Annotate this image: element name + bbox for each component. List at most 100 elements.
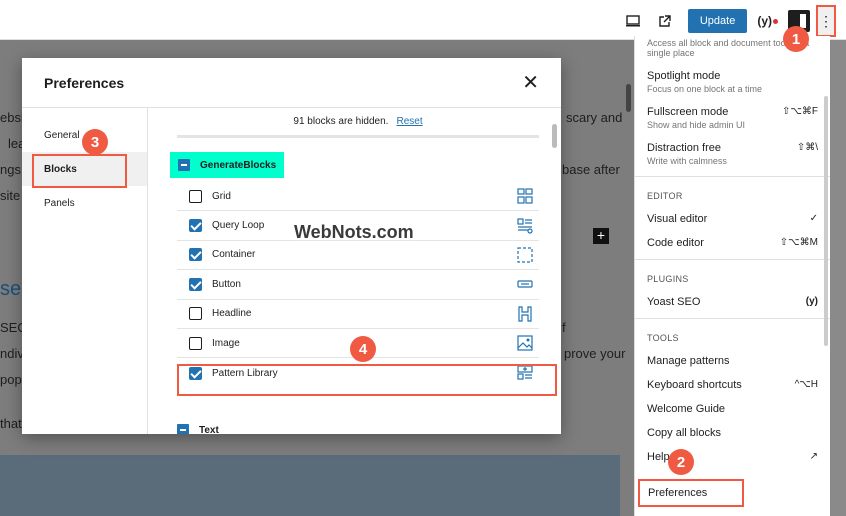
yoast-red-dot: [773, 18, 778, 24]
grid-icon: [517, 188, 533, 204]
modal-header: Preferences ✕: [22, 58, 561, 108]
category-partial-checkbox[interactable]: [178, 159, 190, 171]
menu-item-desc: Focus on one block at a time: [647, 84, 763, 94]
block-checkbox[interactable]: [189, 219, 202, 233]
bg-text-line: base after: [562, 162, 620, 177]
block-row-headline[interactable]: Headline: [177, 300, 539, 329]
block-checkbox[interactable]: [189, 248, 202, 262]
menu-item-label: Spotlight mode Focus on one block at a ti…: [647, 70, 762, 94]
bg-text-line: f: [562, 320, 566, 335]
block-checkbox[interactable]: [189, 307, 202, 321]
options-menu: Access all block and document tools in a…: [634, 36, 830, 516]
menu-item-welcome-guide[interactable]: Welcome Guide: [635, 397, 830, 421]
menu-heading-editor: EDITOR: [647, 191, 683, 201]
yoast-label: (y): [757, 14, 772, 28]
headline-icon: [518, 306, 532, 322]
menu-item-code-editor[interactable]: Code editor ⇧⌥⌘M: [635, 231, 830, 255]
yoast-icon: (y): [805, 296, 818, 307]
menu-item-visual-editor[interactable]: Visual editor ✓: [635, 207, 830, 231]
bg-text-line: ndiv: [0, 346, 24, 361]
preferences-modal: Preferences ✕ General Blocks Panels 91 b…: [22, 58, 561, 434]
close-icon[interactable]: ✕: [522, 73, 539, 93]
menu-item-shortcut: ⇧⌘\: [796, 142, 818, 153]
block-row-grid[interactable]: Grid: [177, 182, 539, 212]
menu-item-label: Fullscreen mode Show and hide admin UI: [647, 106, 745, 130]
block-inserter-button[interactable]: +: [593, 228, 609, 244]
menu-item-title: Spotlight mode: [647, 70, 721, 82]
menu-item-keyboard-shortcuts[interactable]: Keyboard shortcuts ^⌥H: [635, 373, 830, 397]
step-marker-1: 1: [783, 26, 809, 52]
check-icon: ✓: [809, 213, 818, 224]
watermark-logo: WebNots.com: [294, 222, 414, 242]
category-text[interactable]: Text: [177, 424, 219, 434]
editor-top-bar: Update (y) ⋮: [0, 0, 846, 40]
menu-item-manage-patterns[interactable]: Manage patterns: [635, 349, 830, 373]
reset-link[interactable]: Reset: [396, 116, 422, 127]
menu-item-title: Visual editor: [647, 213, 708, 225]
bg-text-line: pop: [0, 372, 22, 387]
yoast-toolbar-icon[interactable]: (y): [757, 14, 778, 28]
options-menu-button[interactable]: ⋮: [816, 5, 836, 37]
desktop-preview-icon[interactable]: [622, 10, 644, 32]
bg-text-line: site: [0, 188, 21, 203]
pattern-library-highlight: [177, 364, 557, 396]
menu-item-desc: Write with calmness: [647, 156, 727, 166]
hidden-blocks-count: 91 blocks are hidden.: [293, 116, 389, 127]
menu-item-fullscreen[interactable]: Fullscreen mode Show and hide admin UI ⇧⌥…: [635, 100, 830, 136]
block-label: Grid: [212, 190, 231, 202]
menu-item-distraction-free[interactable]: Distraction free Write with calmness ⇧⌘\: [635, 136, 830, 172]
bg-text-line: ebsi: [0, 110, 24, 125]
step-marker-3: 3: [82, 129, 108, 155]
block-checkbox[interactable]: [189, 336, 202, 350]
modal-title: Preferences: [44, 74, 125, 91]
bg-heading: se: [0, 278, 22, 300]
step-marker-2: 2: [668, 449, 694, 475]
menu-item-spotlight[interactable]: Spotlight mode Focus on one block at a ti…: [635, 64, 830, 100]
bg-text-line: ngs: [0, 162, 21, 177]
external-link-icon: ↗: [809, 451, 818, 462]
hidden-blocks-notice: 91 blocks are hidden. Reset: [177, 108, 539, 138]
block-checkbox[interactable]: [189, 277, 202, 291]
update-button[interactable]: Update: [687, 9, 748, 33]
external-view-icon[interactable]: [654, 10, 676, 32]
block-label: Button: [212, 278, 241, 290]
menu-item-help[interactable]: Help ↗: [635, 445, 830, 469]
menu-item-title: Welcome Guide: [647, 403, 726, 415]
menu-editor-section: EDITOR Visual editor ✓ Code editor ⇧⌥⌘M: [635, 177, 830, 260]
menu-item-copy-all-blocks[interactable]: Copy all blocks: [635, 421, 830, 445]
menu-item-desc: Show and hide admin UI: [647, 120, 746, 130]
category-label: GenerateBlocks: [200, 159, 277, 171]
tab-blocks-highlight: [32, 154, 127, 188]
editor-scrollbar[interactable]: [626, 84, 631, 112]
modal-scrollbar[interactable]: [552, 124, 557, 148]
menu-item-preferences[interactable]: Preferences: [638, 479, 744, 507]
category-generateblocks[interactable]: GenerateBlocks: [170, 152, 285, 178]
menu-item-title: Yoast SEO: [647, 296, 701, 308]
bg-text-line: prove your: [564, 346, 626, 361]
modal-tabs: General Blocks Panels: [22, 108, 148, 434]
bg-text-line: that: [0, 416, 22, 431]
bg-text-line: scary and: [566, 110, 623, 125]
menu-tools-section: TOOLS Manage patterns Keyboard shortcuts…: [635, 319, 830, 473]
menu-item-title: Preferences: [648, 487, 708, 499]
menu-item-title: Fullscreen mode: [647, 106, 729, 118]
menu-view-section: Access all block and document tools in a…: [635, 36, 830, 177]
tab-panels[interactable]: Panels: [22, 186, 147, 220]
menu-item-yoast-seo[interactable]: Yoast SEO (y): [635, 290, 830, 314]
menu-heading-tools: TOOLS: [647, 333, 679, 343]
block-checkbox[interactable]: [189, 189, 202, 203]
image-icon: [517, 335, 533, 351]
category-partial-checkbox[interactable]: [177, 424, 189, 434]
container-icon: [517, 247, 533, 263]
block-label: Headline: [212, 308, 252, 320]
step-marker-4: 4: [350, 336, 376, 362]
menu-item-title: Code editor: [647, 237, 704, 249]
image-block: [0, 455, 620, 516]
menu-item-title: Distraction free: [647, 142, 721, 154]
block-row-container[interactable]: Container: [177, 241, 539, 271]
menu-scrollbar[interactable]: [824, 96, 828, 346]
block-label: Container: [212, 249, 256, 261]
block-row-button[interactable]: Button: [177, 270, 539, 300]
menu-item-title: Copy all blocks: [647, 427, 721, 439]
menu-item-title: Manage patterns: [647, 355, 730, 367]
